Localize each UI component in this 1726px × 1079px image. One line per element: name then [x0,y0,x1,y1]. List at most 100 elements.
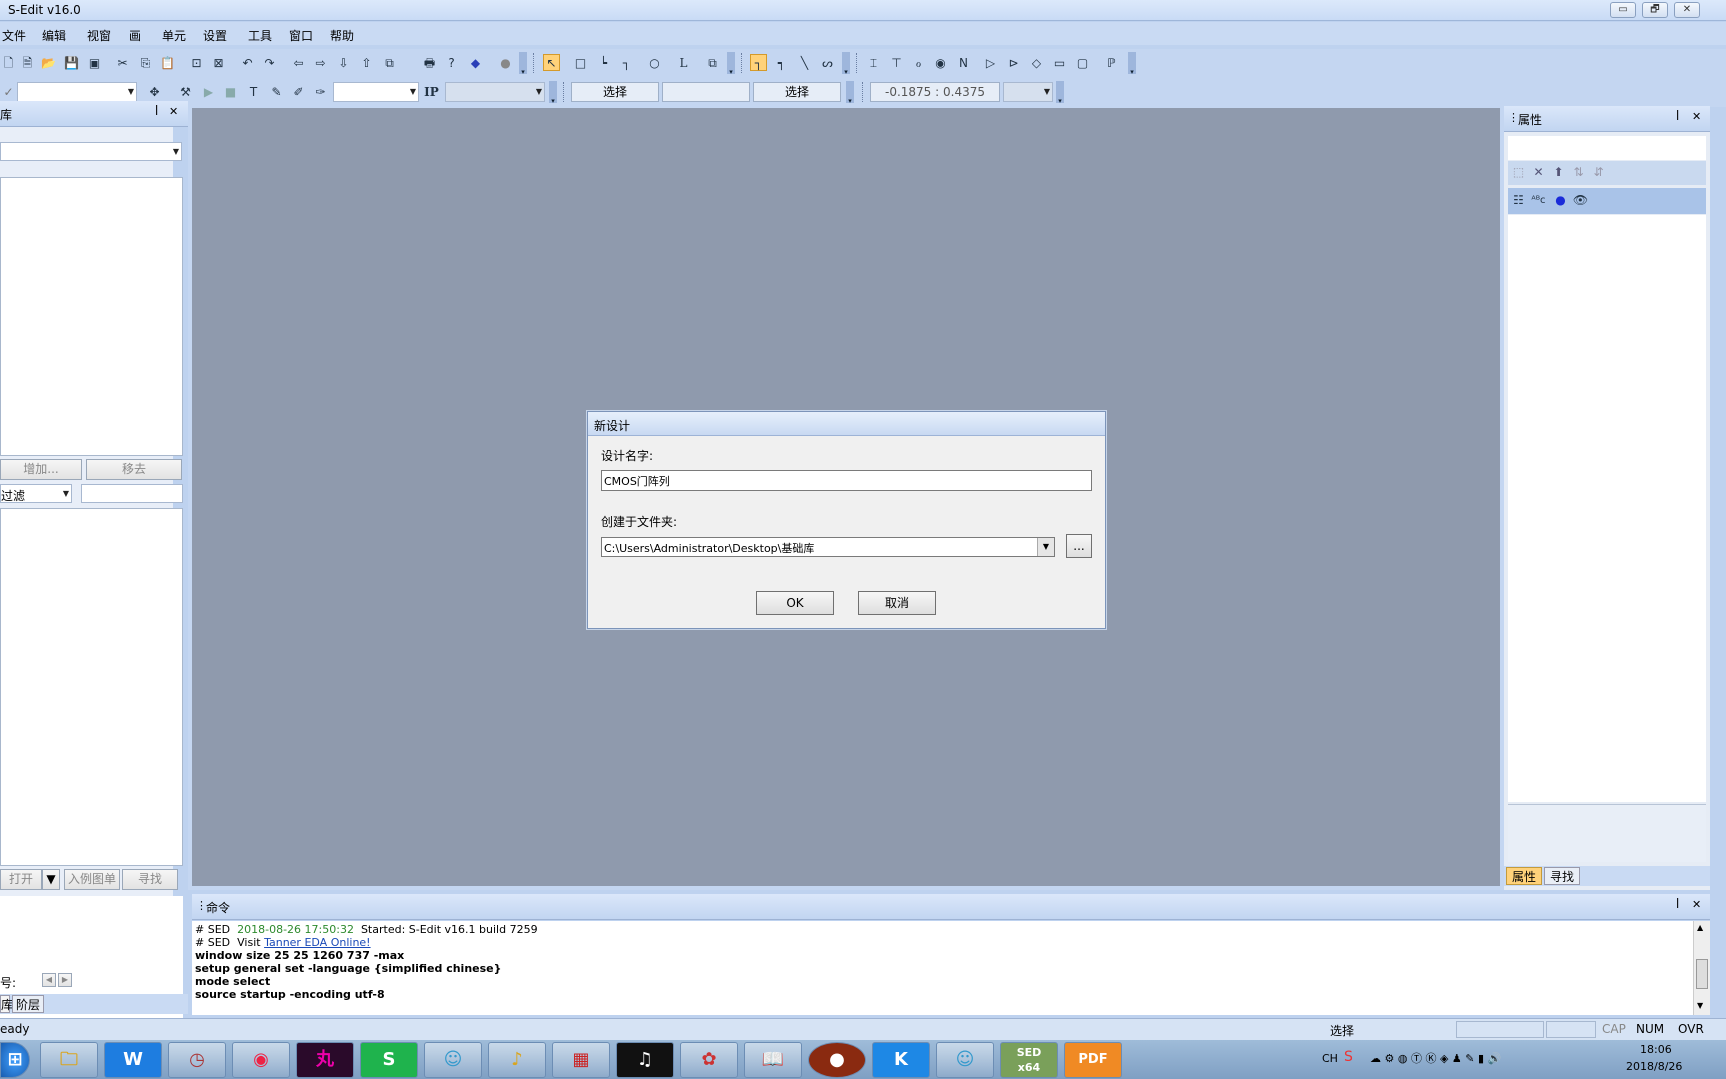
command-log[interactable]: # SED 2018-08-26 17:50:32 Started: S-Edi… [192,921,1710,1015]
copy-icon[interactable]: ⎘ [137,55,154,72]
delete-property-icon[interactable]: ✕ [1530,164,1547,181]
property-edit-icon[interactable]: ℙ [1103,55,1120,72]
label-icon[interactable]: L [675,55,692,72]
menu-draw[interactable]: 画 [129,27,141,44]
forward-arrow-icon[interactable]: ⇨ [312,55,329,72]
wire-orthogonal-icon[interactable]: ┐ [750,54,767,71]
redo-icon[interactable]: ↷ [261,55,278,72]
move-icon[interactable]: ✥ [146,84,163,101]
open-cell-button[interactable]: 打开 [0,869,42,890]
grid-combo[interactable]: ▼ [1003,82,1053,102]
menu-file[interactable]: 文件 [2,27,26,44]
menu-cell[interactable]: 单元 [162,27,186,44]
live2d-icon[interactable]: ☺ [424,1042,482,1078]
menu-view[interactable]: 视窗 [87,27,111,44]
toolbar-grip[interactable] [533,53,536,73]
undo-icon[interactable]: ↶ [239,55,256,72]
scroll-right-button[interactable]: ▶ [58,973,72,987]
text-tool-icon[interactable]: T [245,84,262,101]
property-combo[interactable]: ▼ [17,82,137,102]
select-pointer-icon[interactable]: ↖ [543,54,560,71]
gds-icon[interactable]: ▦ [552,1042,610,1078]
clock-date[interactable]: 2018/8/26 [1626,1060,1682,1073]
menu-help[interactable]: 帮助 [330,27,354,44]
toolbar-overflow-7[interactable]: ▾ [1056,81,1064,105]
command-scrollbar[interactable]: ▲ ▼ [1693,921,1710,1015]
toolbar-overflow-5[interactable]: ▾ [549,81,557,105]
close-window-button[interactable]: ✕ [1674,2,1700,18]
wps-icon[interactable]: W [104,1042,162,1078]
rectangle-icon[interactable]: □ [572,55,589,72]
menu-window[interactable]: 窗口 [289,27,313,44]
global-port-icon[interactable]: ▢ [1074,55,1091,72]
tab-hierarchy[interactable]: 阶层 [12,995,44,1013]
wire-diagonal-icon[interactable]: ╲ [796,55,813,72]
clock-time[interactable]: 18:06 [1640,1043,1672,1056]
maruko-icon[interactable]: 丸 [296,1042,354,1078]
save-icon[interactable]: 💾 [63,55,80,72]
toolbar-overflow-4[interactable]: ▾ [1128,52,1136,76]
other-port-icon[interactable]: ▭ [1051,55,1068,72]
open-folder-icon[interactable]: 📂 [40,55,57,72]
alphabetic-icon[interactable]: ᴬᴮc [1530,192,1547,209]
library-list[interactable] [0,177,183,456]
toolbar-overflow-6[interactable]: ▾ [846,81,854,105]
tab-properties[interactable]: 属性 [1506,867,1542,885]
new-property-icon[interactable]: ⬚ [1510,164,1527,181]
live2d-2-icon[interactable]: ☺ [936,1042,994,1078]
cut-icon[interactable]: ✂ [114,55,131,72]
scroll-thumb[interactable] [1696,959,1708,989]
sort-az-icon[interactable]: ⇅ [1570,164,1587,181]
filter-input[interactable] [81,484,183,503]
add-library-button[interactable]: 增加... [0,459,82,480]
net-label-icon[interactable]: ℴ [910,55,927,72]
menu-tools[interactable]: 工具 [248,27,272,44]
probe-combo[interactable]: ▼ [333,82,419,102]
sogou-icon[interactable]: S [1344,1049,1353,1065]
save-all-icon[interactable]: ▣ [86,55,103,72]
explorer-icon[interactable]: 🗀 [40,1042,98,1078]
paste-icon[interactable]: 📋 [159,55,176,72]
tab-find[interactable]: 寻找 [1544,867,1580,885]
ip-icon[interactable]: IP [423,84,440,101]
filter-select[interactable]: 过滤 ▼ [0,484,72,503]
pin-icon[interactable]: ꟾ [1676,110,1679,123]
back-arrow-icon[interactable]: ⇦ [290,55,307,72]
ground-icon[interactable]: ⊤ [888,55,905,72]
ortho-line-icon[interactable]: ┐ [618,55,635,72]
restore-button[interactable]: 🗗 [1642,2,1668,18]
ip-combo[interactable]: ▼ [445,82,545,102]
clock-app-icon[interactable]: ◷ [168,1042,226,1078]
check-icon[interactable]: ✓ [0,84,17,101]
move-up-icon[interactable]: ⬆ [1550,164,1567,181]
pop-up-icon[interactable]: ⇧ [358,55,375,72]
start-button[interactable]: ⊞ [0,1042,30,1078]
select-mode-box-1[interactable]: 选择 [571,82,659,102]
find-cell-button[interactable]: 寻找 [122,869,178,890]
toolbar-overflow-2[interactable]: ▾ [727,52,735,76]
tray-icons[interactable]: ☁ ⚙ ◍ Ⓣ Ⓚ ◈ ♟ ✎ ▮ 🔊 [1370,1050,1501,1066]
new-icon[interactable]: 🗋 [0,55,17,72]
close-pane-icon[interactable]: ✕ [1692,898,1701,911]
toolbar-overflow-3[interactable]: ▾ [842,52,850,76]
wire-icon[interactable]: ┑ [773,55,790,72]
instance-icon[interactable]: ⧉ [704,55,721,72]
golden-app-icon[interactable]: ♪ [488,1042,546,1078]
close-pane-icon[interactable]: ✕ [1692,110,1701,123]
sort-za-icon[interactable]: ⇵ [1590,164,1607,181]
toolbar-grip-3[interactable] [856,53,859,73]
ime-indicator[interactable]: CH [1322,1052,1338,1065]
toolbar-grip-2[interactable] [741,53,744,73]
bidir-port-icon[interactable]: ◇ [1028,55,1045,72]
bear-icon[interactable]: ● [808,1042,866,1078]
green-s-icon[interactable]: S [360,1042,418,1078]
book-app-icon[interactable]: 📖 [744,1042,802,1078]
input-port-icon[interactable]: ▷ [982,55,999,72]
book-icon[interactable]: ◆ [467,55,484,72]
menu-setup[interactable]: 设置 [203,27,227,44]
cell-list[interactable] [0,508,183,866]
blue-dot-icon[interactable]: ● [1552,192,1569,209]
toolbar-overflow[interactable]: ▾ [519,52,527,76]
winamp-icon[interactable]: ♫ [616,1042,674,1078]
close-pane-icon[interactable]: ✕ [169,105,178,118]
